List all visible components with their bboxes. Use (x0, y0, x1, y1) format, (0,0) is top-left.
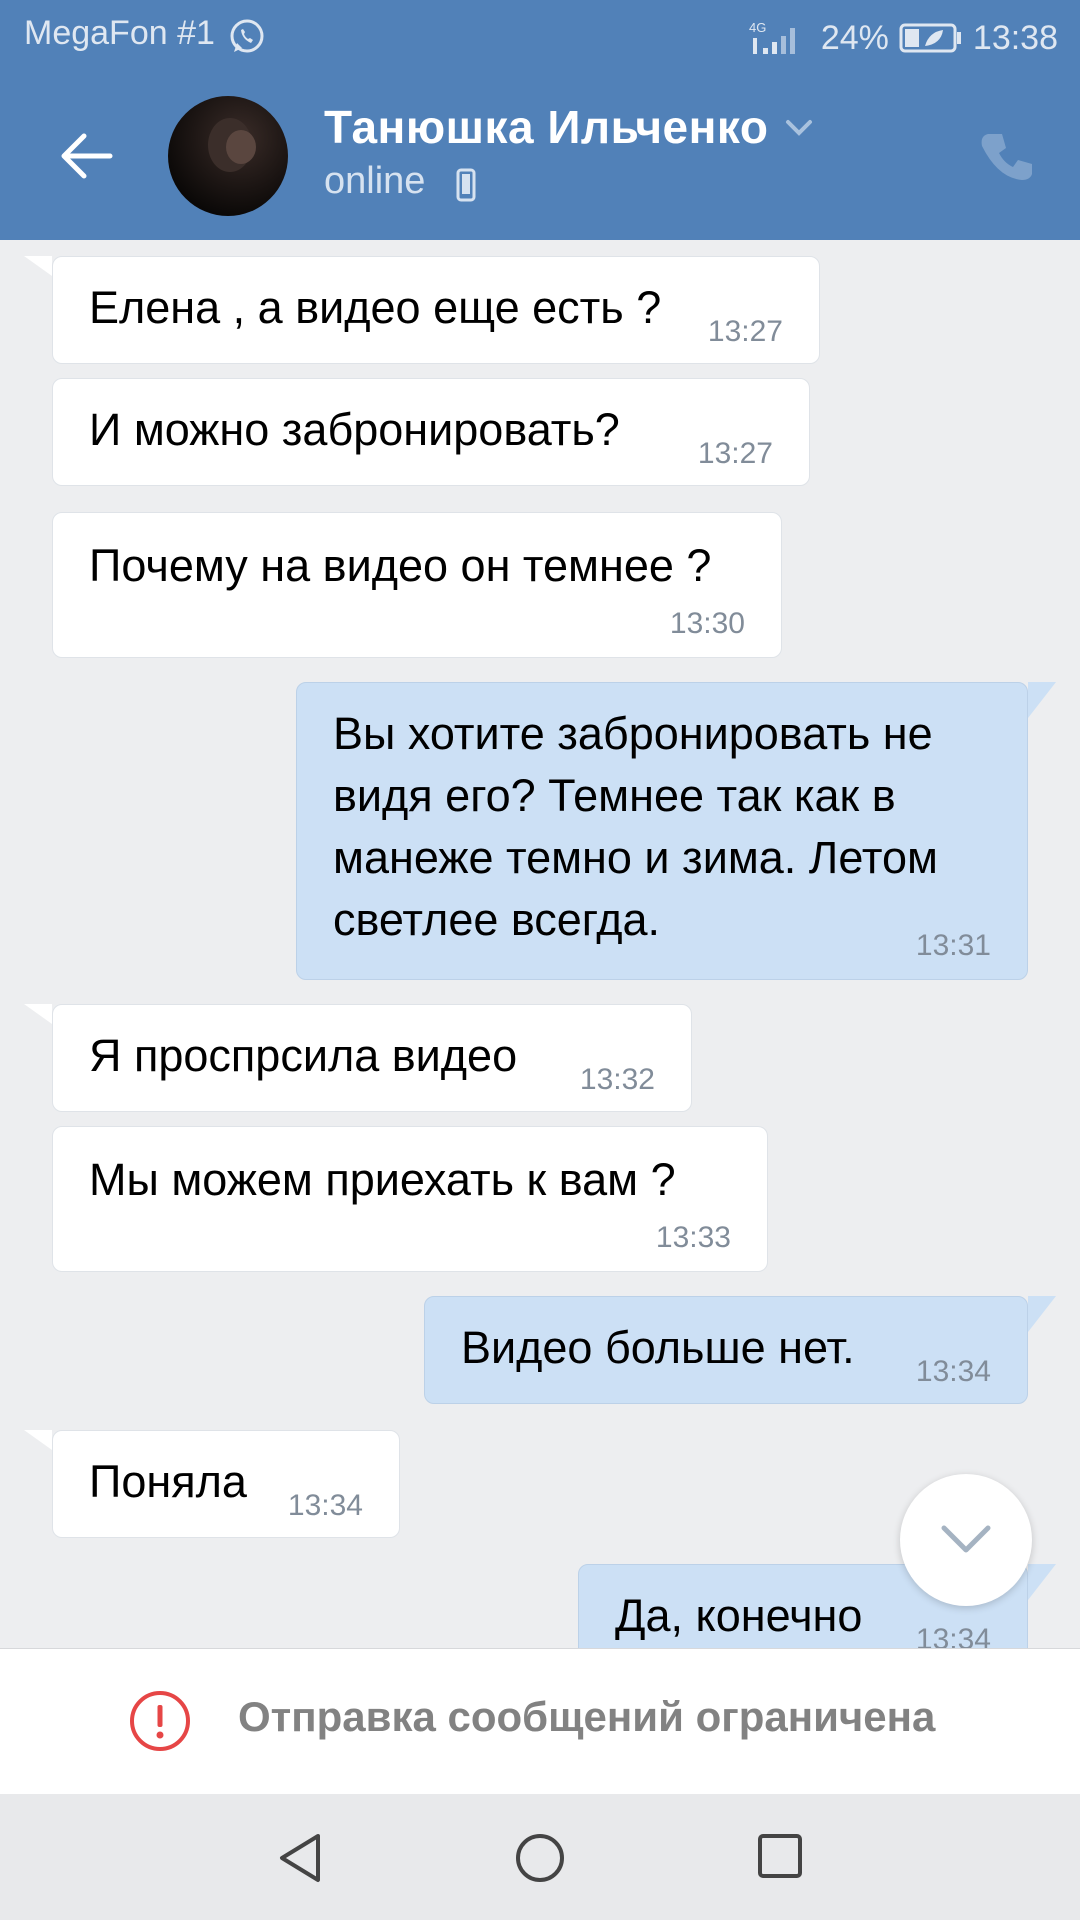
contact-name[interactable]: Танюшка Ильченко (324, 100, 768, 154)
incoming-message[interactable]: Я проспрсила видео 13:32 (52, 1004, 692, 1112)
battery-icon (899, 23, 961, 53)
message-time: 13:34 (915, 1623, 991, 1649)
message-time: 13:27 (697, 437, 773, 470)
back-arrow-icon[interactable] (56, 126, 116, 186)
message-time: 13:34 (287, 1489, 363, 1522)
message-time: 13:32 (579, 1063, 655, 1096)
message-line: светлее всегда. (333, 894, 660, 945)
online-status: online (324, 160, 426, 202)
bubble-tail (1028, 682, 1056, 718)
outgoing-message[interactable]: Видео больше нет. 13:34 (424, 1296, 1028, 1404)
message-text: Елена , а видео еще есть ? (89, 282, 662, 333)
signal-4g-icon: 4G (749, 20, 795, 54)
nav-home-icon[interactable] (514, 1832, 566, 1884)
system-navigation-bar (0, 1794, 1080, 1920)
phone-call-icon[interactable] (978, 128, 1038, 188)
bubble-tail (24, 1004, 52, 1024)
nav-recents-icon[interactable] (756, 1832, 804, 1880)
message-time: 13:33 (655, 1221, 731, 1254)
message-line: Вы хотите забронировать не (333, 708, 933, 759)
message-list[interactable]: Елена , а видео еще есть ? 13:27 И можно… (0, 240, 1080, 1648)
outgoing-message[interactable]: Вы хотите забронировать не видя его? Тем… (296, 682, 1028, 980)
mobile-device-icon (456, 168, 476, 202)
message-text: Вы хотите забронировать не видя его? Тем… (333, 703, 938, 951)
carrier-name: MegaFon #1 (24, 14, 215, 52)
chevron-down-icon[interactable] (784, 116, 814, 140)
scroll-to-bottom-button[interactable] (900, 1474, 1032, 1606)
status-indicators: 4G 24% 13:38 (749, 14, 1058, 62)
incoming-message[interactable]: Елена , а видео еще есть ? 13:27 (52, 256, 820, 364)
message-text: Мы можем приехать к вам ? (89, 1154, 676, 1205)
chevron-down-icon (941, 1525, 991, 1553)
avatar[interactable] (168, 96, 288, 216)
bubble-tail (1028, 1296, 1056, 1332)
message-text: И можно забронировать? (89, 404, 620, 455)
message-text: Я проспрсила видео (89, 1030, 518, 1081)
bubble-tail (24, 1430, 52, 1450)
message-line: манеже темно и зима. Летом (333, 832, 938, 883)
warning-icon (130, 1691, 190, 1751)
battery-percent: 24% (820, 18, 889, 57)
incoming-message[interactable]: Поняла 13:34 (52, 1430, 400, 1538)
network-type: 4G (749, 20, 766, 35)
message-text: Поняла (89, 1456, 247, 1507)
chat-header: MegaFon #1 4G 24% 13:38 Танюшка Ильченко… (0, 0, 1080, 240)
whatsapp-icon (230, 19, 264, 53)
message-time: 13:34 (915, 1355, 991, 1388)
message-time: 13:31 (915, 929, 991, 962)
message-time: 13:27 (707, 315, 783, 348)
message-time: 13:30 (669, 607, 745, 640)
bubble-tail (1028, 1564, 1056, 1600)
message-text: Видео больше нет. (461, 1322, 855, 1373)
incoming-message[interactable]: И можно забронировать? 13:27 (52, 378, 810, 486)
incoming-message[interactable]: Почему на видео он темнее ? 13:30 (52, 512, 782, 658)
message-text: Да, конечно (615, 1590, 863, 1641)
message-line: видя его? Темнее так как в (333, 770, 896, 821)
nav-back-icon[interactable] (274, 1830, 324, 1886)
messaging-restricted-bar: Отправка сообщений ограничена (0, 1648, 1080, 1795)
status-bar: MegaFon #1 4G 24% 13:38 (0, 0, 1080, 76)
clock: 13:38 (972, 18, 1058, 57)
incoming-message[interactable]: Мы можем приехать к вам ? 13:33 (52, 1126, 768, 1272)
restriction-message: Отправка сообщений ограничена (238, 1693, 936, 1740)
message-text: Почему на видео он темнее ? (89, 540, 712, 591)
bubble-tail (24, 256, 52, 276)
